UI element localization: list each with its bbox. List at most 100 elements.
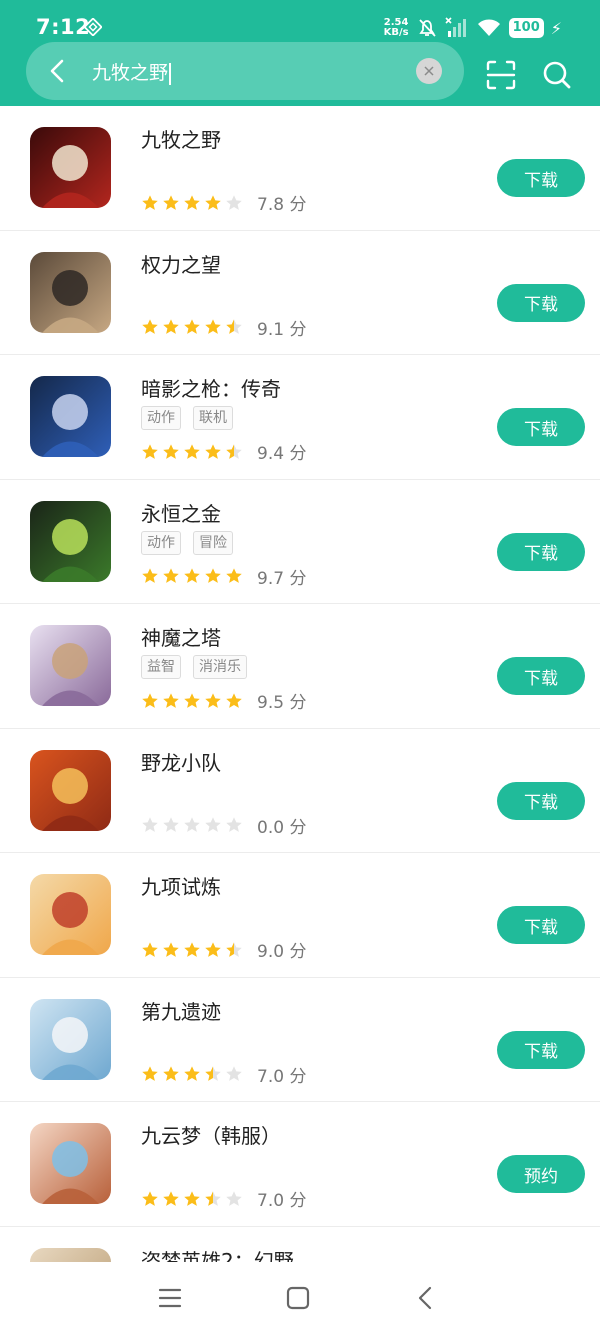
app-icon[interactable] — [30, 127, 111, 208]
app-rating: 9.5 分 — [141, 688, 306, 713]
app-name[interactable]: 九牧之野 — [141, 124, 221, 153]
app-icon[interactable] — [30, 998, 111, 1080]
app-name[interactable]: 神魔之塔 — [141, 622, 221, 651]
app-icon[interactable] — [30, 1123, 111, 1204]
app-tag: 动作 — [141, 530, 181, 555]
star-rating — [141, 567, 243, 585]
back-arrow-icon[interactable] — [44, 57, 72, 85]
star-icon — [163, 941, 179, 957]
scan-icon[interactable] — [484, 58, 518, 92]
star-icon — [142, 568, 158, 583]
star-rating — [141, 816, 243, 834]
app-score: 9.1 分 — [257, 319, 307, 340]
app-icon[interactable] — [30, 1247, 111, 1262]
star-icon — [163, 817, 179, 832]
app-list-item[interactable]: 九牧之野 7.8 分 下载 — [0, 106, 600, 231]
wifi-icon — [477, 19, 500, 36]
app-score: 7.8 分 — [257, 195, 307, 215]
search-input[interactable]: 九牧之野 — [26, 42, 464, 100]
app-list-item[interactable]: 九云梦（韩服） 7.0 分 预约 — [0, 1102, 600, 1227]
app-rating: 7.0 分 — [141, 1062, 306, 1087]
app-name[interactable]: 权力之望 — [141, 249, 221, 278]
star-icon — [184, 817, 200, 832]
app-list-item[interactable]: 第九遗迹 7.0 分 下载 — [0, 978, 600, 1102]
app-name[interactable]: 盗梦英雄2：幻野 — [141, 1245, 294, 1263]
star-icon — [163, 1190, 179, 1206]
menu-icon[interactable] — [156, 1284, 184, 1312]
search-results-list[interactable]: 九牧之野 7.8 分下载 权力之望 9.1 分下载 暗影之枪：传奇 动作 联机 9.4 分下载… — [0, 106, 600, 1262]
star-icon — [205, 1190, 221, 1206]
app-name[interactable]: 第九遗迹 — [141, 996, 221, 1025]
app-score: 9.0 分 — [257, 942, 307, 962]
app-list-item[interactable]: 暗影之枪：传奇 动作 联机 9.4 分 下载 — [0, 355, 600, 480]
app-list-item[interactable]: 盗梦英雄2：幻野 — [0, 1227, 600, 1263]
star-icon — [142, 1066, 158, 1081]
app-list-item[interactable]: 野龙小队 0.0 分 下载 — [0, 729, 600, 853]
clear-search-button[interactable] — [416, 58, 442, 84]
star-icon — [163, 443, 179, 459]
star-icon — [226, 817, 242, 832]
app-name[interactable]: 永恒之金 — [141, 498, 221, 527]
download-button[interactable]: 下载 — [497, 283, 585, 322]
app-icon[interactable] — [30, 376, 111, 457]
download-button[interactable]: 下载 — [497, 781, 585, 820]
network-speed-unit: KB/s — [383, 27, 409, 38]
app-tag: 益智 — [141, 655, 181, 679]
reserve-button[interactable]: 预约 — [497, 1155, 585, 1193]
star-icon — [142, 941, 158, 957]
download-button[interactable]: 下载 — [497, 1030, 585, 1069]
star-rating — [141, 692, 243, 710]
star-icon — [163, 319, 179, 334]
star-icon — [142, 443, 158, 459]
app-list-item[interactable]: 九项试炼 9.0 分 下载 — [0, 853, 600, 978]
app-list-item[interactable]: 权力之望 9.1 分 下载 — [0, 231, 600, 355]
download-button[interactable]: 下载 — [497, 408, 585, 446]
star-icon — [184, 692, 200, 708]
app-icon[interactable] — [30, 625, 111, 706]
star-icon — [205, 194, 221, 210]
nav-back-icon[interactable] — [412, 1284, 440, 1312]
download-button[interactable]: 下载 — [497, 159, 585, 197]
star-icon — [184, 1066, 200, 1081]
star-rating — [141, 941, 243, 959]
app-name[interactable]: 九项试炼 — [141, 871, 221, 900]
app-list-item[interactable]: 神魔之塔益智 消消乐 9.5 分 下载 — [0, 604, 600, 729]
vpn-icon — [84, 18, 102, 36]
star-icon — [184, 568, 200, 583]
app-list-item[interactable]: 永恒之金 动作 冒险 9.7 分 下载 — [0, 480, 600, 604]
download-button[interactable]: 下载 — [497, 906, 585, 944]
app-name[interactable]: 暗影之枪：传奇 — [141, 373, 281, 402]
star-icon — [226, 194, 242, 210]
app-icon[interactable] — [30, 500, 111, 582]
app-score: 7.0 分 — [257, 1191, 307, 1211]
charging-bolt-icon: ⚡︎ — [550, 18, 562, 38]
star-icon — [205, 692, 221, 708]
star-icon — [142, 194, 158, 210]
star-icon — [142, 692, 158, 708]
star-icon — [163, 568, 179, 583]
app-tag: 消消乐 — [193, 655, 247, 679]
search-icon[interactable] — [540, 58, 574, 92]
app-icon[interactable] — [30, 251, 111, 333]
download-button[interactable]: 下载 — [497, 657, 585, 695]
star-icon — [142, 817, 158, 832]
star-rating — [141, 443, 243, 461]
star-rating — [141, 1190, 243, 1208]
star-rating — [141, 1065, 243, 1083]
app-name[interactable]: 九云梦（韩服） — [141, 1120, 281, 1149]
app-tag: 联机 — [193, 406, 233, 430]
star-icon — [205, 443, 221, 459]
app-name[interactable]: 野龙小队 — [141, 747, 221, 776]
app-tags: 动作 冒险 — [141, 530, 233, 555]
star-icon — [226, 1190, 242, 1206]
app-rating: 7.0 分 — [141, 1186, 306, 1211]
star-icon — [226, 443, 242, 459]
star-icon — [205, 319, 221, 334]
app-icon[interactable] — [30, 749, 111, 831]
star-icon — [226, 941, 242, 957]
home-icon[interactable] — [284, 1284, 312, 1312]
status-time: 7:12 — [36, 15, 91, 39]
app-icon[interactable] — [30, 874, 111, 955]
search-query-text[interactable]: 九牧之野 — [92, 58, 171, 85]
download-button[interactable]: 下载 — [497, 532, 585, 571]
